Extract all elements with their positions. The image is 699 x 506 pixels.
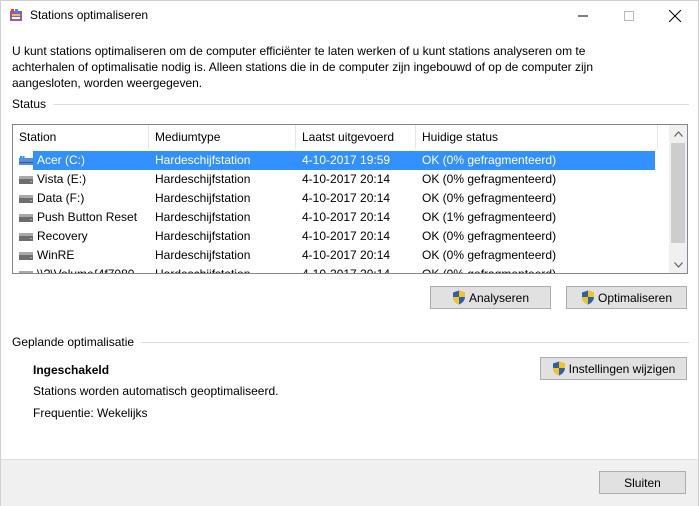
analyze-button-label: Analyseren xyxy=(468,290,530,305)
drive-cell-media: Hardeschijfstation xyxy=(155,229,251,243)
drive-icon xyxy=(19,176,33,184)
minimize-icon xyxy=(578,15,588,17)
drive-icon xyxy=(19,195,33,203)
scroll-down-button[interactable] xyxy=(669,256,687,273)
drive-row[interactable]: \\?\Volume{4f7080... Hardeschijfstation 4-… xyxy=(13,265,669,274)
drive-cell-status: OK (0% gefragmenteerd) xyxy=(422,248,557,262)
scroll-thumb[interactable] xyxy=(671,143,685,243)
close-window-button[interactable] xyxy=(652,1,698,31)
scroll-up-button[interactable] xyxy=(669,125,687,142)
title-bar[interactable]: Stations optimaliseren xyxy=(1,1,698,31)
drive-row[interactable]: WinRE Hardeschijfstation 4-10-2017 20:14 OK… xyxy=(13,246,669,265)
optimize-drives-window: Stations optimaliseren U kunt stations o… xyxy=(0,0,699,506)
drive-cell-station: Acer (C:) xyxy=(37,153,85,167)
drive-cell-station: Data (F:) xyxy=(37,191,85,205)
drive-cell-last: 4-10-2017 20:14 xyxy=(302,229,391,243)
drive-cell-media: Hardeschijfstation xyxy=(155,172,251,186)
column-header-mediumtype[interactable]: Mediumtype xyxy=(149,125,296,149)
column-header-last-run[interactable]: Laatst uitgevoerd xyxy=(296,125,416,149)
drive-cell-media: Hardeschijfstation xyxy=(155,248,251,262)
maximize-icon xyxy=(624,11,634,21)
description-text: U kunt stations optimaliseren om de comp… xyxy=(12,44,594,90)
drive-cell-station: Recovery xyxy=(37,229,88,243)
drive-cell-station: WinRE xyxy=(37,248,75,262)
drive-row[interactable]: Recovery Hardeschijfstation 4-10-2017 20:1… xyxy=(13,227,669,246)
analyze-button[interactable]: Analyseren xyxy=(430,286,551,309)
drive-cell-last: 4-10-2017 20:14 xyxy=(302,172,391,186)
drive-cell-last: 4-10-2017 20:14 xyxy=(302,267,391,274)
drives-list-header: Station Mediumtype Laatst uitgevoerd Hui… xyxy=(13,125,669,149)
schedule-frequency: Frequentie: Wekelijks xyxy=(33,406,148,420)
drive-cell-station: Push Button Reset xyxy=(37,210,138,224)
uac-shield-icon xyxy=(552,361,565,376)
chevron-down-icon xyxy=(673,261,683,268)
uac-shield-icon xyxy=(452,290,465,305)
change-settings-label: Instellingen wijzigen xyxy=(568,361,676,376)
drive-cell-media: Hardeschijfstation xyxy=(155,191,251,205)
footer-bar: Sluiten xyxy=(1,459,698,506)
drive-row[interactable]: Data (F:) Hardeschijfstation 4-10-2017 20:… xyxy=(13,189,669,208)
status-divider xyxy=(53,104,689,105)
drive-row[interactable]: Vista (E:) Hardeschijfstation 4-10-2017 20… xyxy=(13,170,669,189)
drive-cell-station: \\?\Volume{4f7080... xyxy=(37,267,145,274)
status-section-label: Status xyxy=(12,97,47,111)
drive-cell-last: 4-10-2017 19:59 xyxy=(302,153,391,167)
close-button[interactable]: Sluiten xyxy=(599,471,686,494)
change-settings-button[interactable]: Instellingen wijzigen xyxy=(540,357,687,380)
optimize-button[interactable]: Optimaliseren xyxy=(566,286,687,309)
drive-cell-status: OK (0% gefragmenteerd) xyxy=(422,191,557,205)
drive-cell-status: OK (0% gefragmenteerd) xyxy=(422,172,557,186)
drive-cell-status: OK (0% gefragmenteerd) xyxy=(422,153,557,167)
column-header-station[interactable]: Station xyxy=(13,125,149,149)
chevron-up-icon xyxy=(673,130,683,137)
close-icon xyxy=(669,10,681,22)
drive-cell-status: OK (1% gefragmenteerd) xyxy=(422,210,557,224)
drive-cell-station: Vista (E:) xyxy=(37,172,87,186)
drives-list[interactable]: Station Mediumtype Laatst uitgevoerd Hui… xyxy=(12,124,688,274)
defrag-app-icon xyxy=(9,8,23,22)
drive-icon xyxy=(19,252,33,260)
scheduled-section-label: Geplande optimalisatie xyxy=(12,335,135,349)
schedule-info: Stations worden automatisch geoptimalise… xyxy=(33,384,279,398)
drive-cell-status: OK (0% gefragmenteerd) xyxy=(422,229,557,243)
drive-cell-media: Hardeschijfstation xyxy=(155,267,251,274)
drives-list-scrollbar[interactable] xyxy=(669,125,687,273)
uac-shield-icon xyxy=(581,290,594,305)
optimize-button-label: Optimaliseren xyxy=(597,290,673,305)
window-title: Stations optimaliseren xyxy=(30,8,149,22)
windows-drive-icon xyxy=(19,156,33,165)
maximize-button[interactable] xyxy=(606,1,652,31)
drive-cell-last: 4-10-2017 20:14 xyxy=(302,248,391,262)
drive-icon xyxy=(19,214,33,222)
minimize-button[interactable] xyxy=(560,1,606,31)
drive-cell-media: Hardeschijfstation xyxy=(155,210,251,224)
drive-icon xyxy=(19,271,33,273)
drive-cell-status: OK (0% gefragmenteerd) xyxy=(422,267,557,274)
drive-icon xyxy=(19,233,33,241)
drive-cell-last: 4-10-2017 20:14 xyxy=(302,210,391,224)
close-button-label: Sluiten xyxy=(624,475,661,490)
drive-row[interactable]: Push Button Reset Hardeschijfstation 4-10-… xyxy=(13,208,669,227)
column-header-current-status[interactable]: Huidige status xyxy=(416,125,658,149)
drive-row[interactable]: Acer (C:) Hardeschijfstation 4-10-2017 19:… xyxy=(13,151,669,170)
drive-cell-media: Hardeschijfstation xyxy=(155,153,251,167)
drive-cell-last: 4-10-2017 20:14 xyxy=(302,191,391,205)
scheduled-divider xyxy=(141,342,689,343)
schedule-state: Ingeschakeld xyxy=(33,363,110,377)
